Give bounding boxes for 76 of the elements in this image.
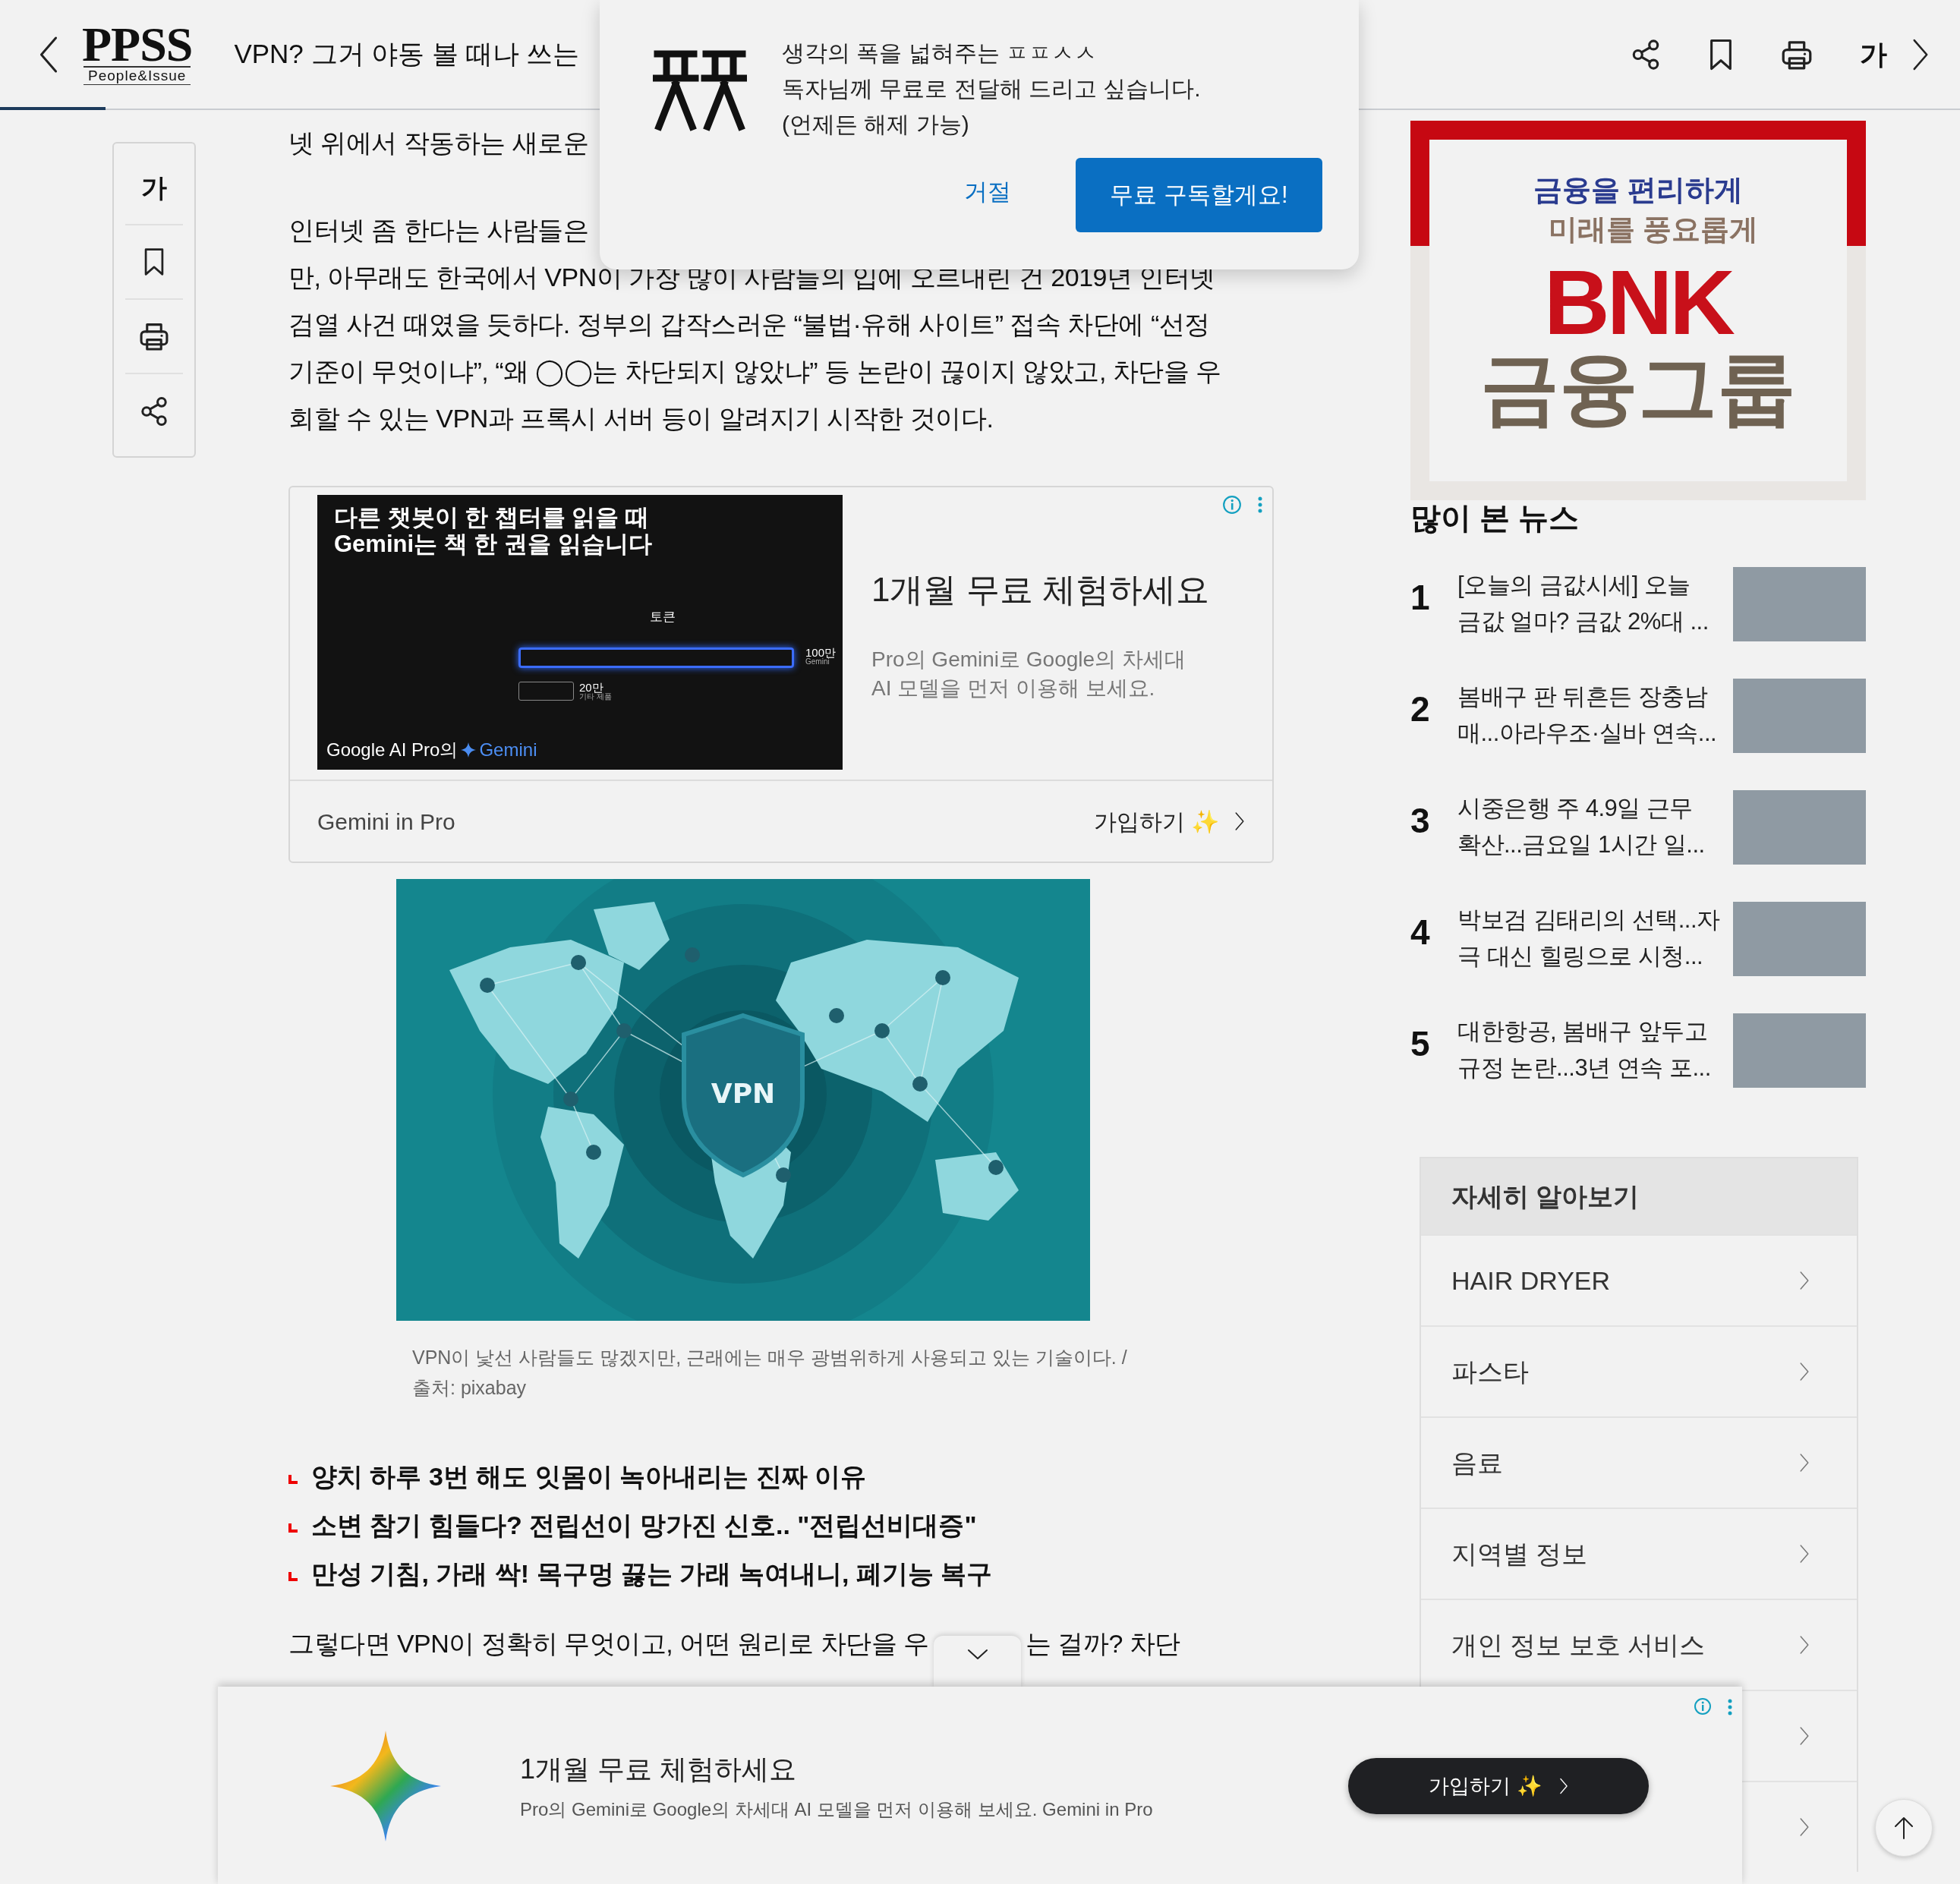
banner-product: Gemini (479, 739, 537, 761)
search-link-label: 파스타 (1451, 1356, 1529, 1388)
rank-number: 2 (1410, 688, 1431, 730)
news-link[interactable]: 박보검 김태리의 선택...자 극 대신 힐링으로 시청... (1457, 902, 1720, 975)
sparkle-icon (461, 742, 477, 758)
ad-brand: BNK (1544, 264, 1732, 340)
bookmark-icon[interactable] (143, 247, 165, 277)
ad-brand-subtitle: 금융그룹 (1480, 346, 1796, 430)
shield-label: VPN (711, 1078, 776, 1109)
rank-number: 3 (1410, 800, 1431, 842)
banner-headline: 다른 챗봇이 한 챕터를 읽을 때 Gemini는 책 한 권을 읽습니다 (334, 504, 652, 557)
sparkle-icon (330, 1731, 441, 1841)
search-link-label: 지역별 정보 (1451, 1538, 1588, 1570)
ad-slogan: 미래를 풍요롭게 (1547, 213, 1759, 247)
article-paragraph: 그렇다면 VPN이 정확히 무엇이고, 어떤 원리로 차단을 우 (288, 1628, 930, 1659)
rank-number: 4 (1410, 912, 1431, 953)
image-caption: VPN이 낯선 사람들도 많겠지만, 근래에는 매우 광범위하게 사용되고 있는 기술이다. / 출처: pixabay (412, 1346, 1128, 1400)
article-title: VPN? 그거 야동 볼 때나 쓰는 (234, 38, 580, 71)
search-link-row[interactable]: 파스타 (1421, 1325, 1857, 1416)
related-article-link[interactable]: 소변 참기 힘들다? 전립선이 망가진 신호.. "전립선비대증" (311, 1505, 977, 1545)
more-options-icon[interactable] (1727, 1699, 1733, 1715)
font-size-button[interactable]: 가 (1860, 33, 1887, 75)
advertiser-name: Gemini in Pro (317, 808, 455, 836)
section-title: 많이 본 뉴스 (1410, 500, 1580, 535)
chevron-down-icon (966, 1649, 988, 1661)
more-options-icon[interactable] (1257, 496, 1263, 513)
related-article-link[interactable]: 만성 기침, 가래 싹! 목구멍 끓는 가래 녹여내니, 폐기능 복구 (311, 1554, 993, 1593)
font-size-button[interactable]: 가 (141, 168, 167, 207)
signup-button[interactable]: 가입하기 ✨ (1348, 1758, 1649, 1814)
back-icon[interactable] (38, 35, 59, 74)
ad-title: 1개월 무료 체험하세요 (520, 1753, 798, 1786)
ad-description: Pro의 Gemini로 Google의 차세대 AI 모델을 먼저 이용해 보세요. (871, 647, 1186, 701)
chevron-right-icon[interactable] (1234, 811, 1245, 831)
search-link-label: HAIR DRYER (1451, 1265, 1611, 1296)
article-paragraph: 는 걸까? 차단 (1026, 1628, 1180, 1659)
rank-number: 1 (1410, 577, 1431, 619)
bar-value: 20만 (579, 682, 603, 693)
logo-tagline: People&Issue (84, 66, 191, 85)
ad-description: Pro의 Gemini로 Google의 차세대 AI 모델을 먼저 이용해 보세요. Gemini in Pro (520, 1798, 1153, 1821)
corner-bullet-icon (288, 1523, 298, 1533)
search-link-label: 음료 (1451, 1447, 1503, 1479)
info-icon[interactable] (1222, 495, 1242, 515)
news-link[interactable]: 시중은행 주 4.9일 근무 확산...금요일 1시간 일... (1457, 790, 1705, 863)
news-link[interactable]: 봄배구 판 뒤흔든 장충남 매...아라우조·실바 연속... (1457, 679, 1717, 751)
ad-title: 1개월 무료 체험하세요 (871, 570, 1209, 610)
bookmark-icon[interactable] (1708, 37, 1734, 71)
subscribe-button[interactable]: 무료 구독할게요! (1076, 158, 1322, 232)
chart-label: 토큰 (650, 609, 676, 625)
rank-number: 5 (1410, 1023, 1431, 1065)
search-link-label: 개인 정보 보호 서비스 (1451, 1629, 1706, 1661)
related-article-link[interactable]: 양치 하루 3번 해도 잇몸이 녹아내리는 진짜 이유 (311, 1457, 867, 1496)
bar-value: 100만 (805, 647, 837, 658)
arrow-up-icon (1893, 1816, 1914, 1840)
search-link-row[interactable]: 음료 (1421, 1416, 1857, 1508)
back-to-top-button[interactable] (1875, 1799, 1933, 1857)
info-icon[interactable] (1694, 1697, 1712, 1715)
decline-button[interactable]: 거절 (964, 175, 1011, 210)
share-icon[interactable] (140, 395, 169, 428)
logo-text: PPSS (82, 24, 193, 66)
search-link-row[interactable]: 지역별 정보 (1421, 1508, 1857, 1599)
article-paragraph: 넷 위에서 작동하는 새로운 (288, 128, 589, 159)
corner-bullet-icon (288, 1572, 298, 1581)
chevron-right-icon[interactable] (1558, 1778, 1568, 1794)
bar-caption: 기타 제품 (579, 693, 612, 701)
print-icon[interactable] (139, 321, 169, 351)
search-link-row[interactable]: HAIR DRYER (1421, 1234, 1857, 1325)
bar-caption: Gemini (805, 658, 830, 666)
signup-link[interactable]: 가입하기 ✨ (1093, 804, 1245, 839)
share-icon[interactable] (1631, 37, 1661, 71)
news-link[interactable]: [오늘의 금값시세] 오늘 금값 얼마? 금값 2%대 ... (1457, 567, 1709, 640)
banner-brand: Google AI Pro의 (326, 739, 458, 761)
ad-slogan: 금융을 편리하게 (1533, 173, 1744, 207)
corner-bullet-icon (288, 1475, 298, 1484)
news-link[interactable]: 대한항공, 봄배구 앞두고 규정 논란...3년 연속 포... (1457, 1013, 1711, 1086)
panel-title: 자세히 알아보기 (1421, 1158, 1857, 1234)
popup-message: 생각의 폭을 넓혀주는 ㅍㅍㅅㅅ 독자님께 무료로 전달해 드리고 싶습니다. (언제든 해제 가능) (782, 39, 1201, 138)
